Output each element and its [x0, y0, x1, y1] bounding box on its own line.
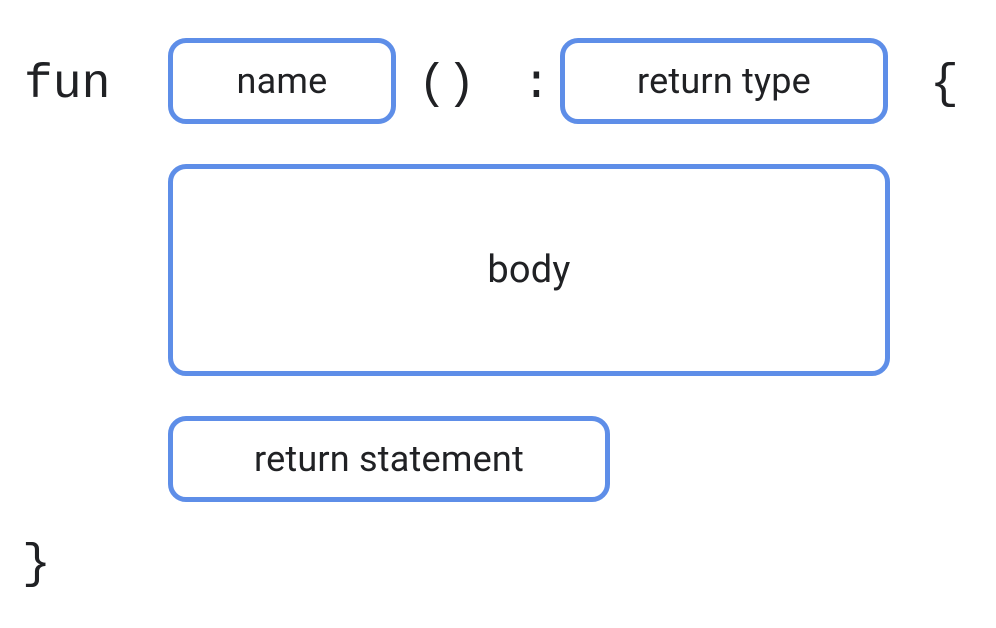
slot-name-label: name [237, 60, 328, 102]
slot-name: name [168, 38, 396, 124]
brace-open: { [930, 58, 959, 112]
slot-return-type: return type [560, 38, 888, 124]
slot-return-statement: return statement [168, 416, 610, 502]
slot-body-label: body [487, 248, 570, 292]
slot-return-statement-label: return statement [254, 438, 524, 480]
keyword-fun: fun [24, 58, 110, 112]
colon: : [522, 58, 551, 112]
parentheses: () [418, 58, 476, 112]
brace-close: } [22, 538, 51, 592]
slot-return-type-label: return type [637, 60, 811, 102]
slot-body: body [168, 164, 890, 376]
